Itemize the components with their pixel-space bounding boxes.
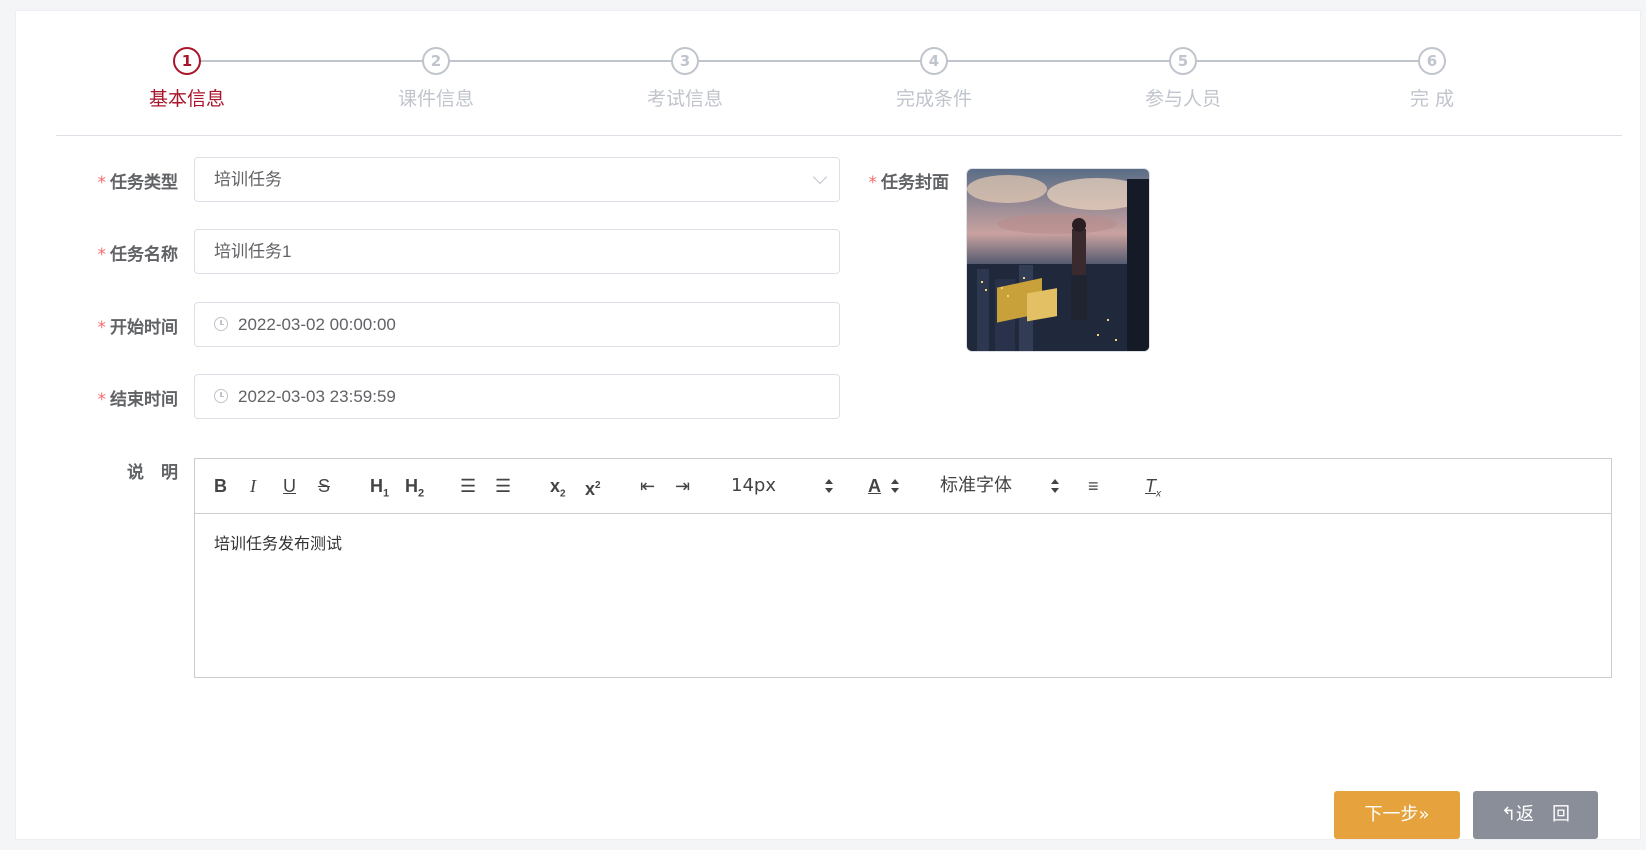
start-time-label: * 开始时间 (78, 313, 179, 338)
strikethrough-icon[interactable]: S (318, 471, 330, 501)
task-name-input[interactable]: 培训任务1 (194, 229, 840, 274)
back-button[interactable]: ↰返 回 (1473, 791, 1598, 839)
label-text: 任务封面 (881, 173, 949, 193)
font-size-toggle-icon[interactable] (825, 479, 833, 493)
rich-text-editor: B I U S H1 H2 ☰ ☰ x2 x2 ⇤ ⇥ 14px A 标准字体 … (194, 458, 1612, 678)
return-arrow-icon: ↰ (1500, 804, 1517, 825)
input-value: 培训任务1 (214, 242, 292, 261)
font-size-select[interactable]: 14px (731, 471, 776, 501)
form-card: 1 基本信息 2 课件信息 3 考试信息 4 完成条件 5 参与人员 6 完 成… (15, 10, 1641, 840)
required-mark: * (97, 390, 107, 410)
back-button-label: 返 回 (1516, 804, 1571, 825)
underline-icon[interactable]: U (283, 471, 296, 501)
clock-icon (214, 316, 228, 331)
step-participants[interactable]: 5 参与人员 (1113, 47, 1253, 111)
step-title: 基本信息 (148, 88, 225, 110)
next-step-button[interactable]: 下一步» (1334, 791, 1460, 839)
end-time-label: * 结束时间 (78, 385, 179, 410)
task-name-label: * 任务名称 (78, 240, 179, 265)
required-mark: * (97, 173, 107, 193)
clock-icon (214, 388, 228, 403)
label-text: 说 明 (127, 463, 178, 483)
step-completion-conditions[interactable]: 4 完成条件 (864, 47, 1004, 111)
font-family-toggle-icon[interactable] (1051, 479, 1059, 493)
step-number: 6 (1418, 47, 1446, 75)
subscript-icon[interactable]: x2 (550, 471, 566, 501)
label-text: 结束时间 (110, 390, 178, 410)
align-icon[interactable]: ≡ (1088, 471, 1099, 501)
label-text: 任务类型 (110, 173, 178, 193)
bullet-list-icon[interactable]: ☰ (495, 471, 511, 501)
required-mark: * (97, 245, 107, 265)
step-title: 参与人员 (1144, 88, 1221, 110)
step-title: 课件信息 (397, 88, 474, 110)
outdent-icon[interactable]: ⇤ (640, 471, 655, 501)
bold-icon[interactable]: B (214, 471, 227, 501)
font-color-toggle-icon[interactable] (891, 479, 899, 493)
input-value: 2022-03-03 23:59:59 (238, 387, 396, 406)
start-time-picker[interactable]: 2022-03-02 00:00:00 (194, 302, 840, 347)
task-type-label: * 任务类型 (78, 168, 179, 193)
end-time-picker[interactable]: 2022-03-03 23:59:59 (194, 374, 840, 419)
step-finish[interactable]: 6 完 成 (1362, 47, 1502, 111)
cover-image-upload[interactable] (966, 168, 1150, 352)
step-title: 完 成 (1409, 88, 1455, 110)
task-type-select[interactable]: 培训任务 (194, 157, 840, 202)
description-label: 说 明 (78, 458, 178, 483)
font-family-select[interactable]: 标准字体 (940, 471, 1012, 501)
step-number: 2 (422, 47, 450, 75)
editor-toolbar: B I U S H1 H2 ☰ ☰ x2 x2 ⇤ ⇥ 14px A 标准字体 … (195, 459, 1611, 514)
step-number: 4 (920, 47, 948, 75)
step-basic-info[interactable]: 1 基本信息 (117, 47, 257, 111)
chevron-down-icon (812, 169, 828, 185)
step-exam-info[interactable]: 3 考试信息 (615, 47, 755, 111)
step-courseware-info[interactable]: 2 课件信息 (366, 47, 506, 111)
editor-content[interactable]: 培训任务发布测试 (195, 514, 1611, 570)
step-number: 3 (671, 47, 699, 75)
heading2-icon[interactable]: H2 (405, 471, 424, 501)
heading1-icon[interactable]: H1 (370, 471, 389, 501)
step-title: 考试信息 (646, 88, 723, 110)
superscript-icon[interactable]: x2 (585, 471, 601, 501)
select-value: 培训任务 (214, 170, 282, 189)
step-title: 完成条件 (895, 88, 972, 110)
font-color-icon[interactable]: A (868, 471, 881, 501)
steps-divider (56, 135, 1622, 136)
steps-bar: 1 基本信息 2 课件信息 3 考试信息 4 完成条件 5 参与人员 6 完 成 (56, 37, 1622, 137)
step-number: 5 (1169, 47, 1197, 75)
clear-format-icon[interactable]: Tx (1145, 471, 1161, 501)
cover-label: * 任务封面 (849, 168, 950, 193)
cover-image (967, 169, 1149, 351)
required-mark: * (868, 173, 878, 193)
required-mark: * (97, 318, 107, 338)
italic-icon[interactable]: I (250, 471, 256, 501)
label-text: 开始时间 (110, 318, 178, 338)
step-number: 1 (173, 47, 201, 75)
ordered-list-icon[interactable]: ☰ (460, 471, 476, 501)
indent-icon[interactable]: ⇥ (675, 471, 690, 501)
label-text: 任务名称 (110, 245, 178, 265)
input-value: 2022-03-02 00:00:00 (238, 315, 396, 334)
